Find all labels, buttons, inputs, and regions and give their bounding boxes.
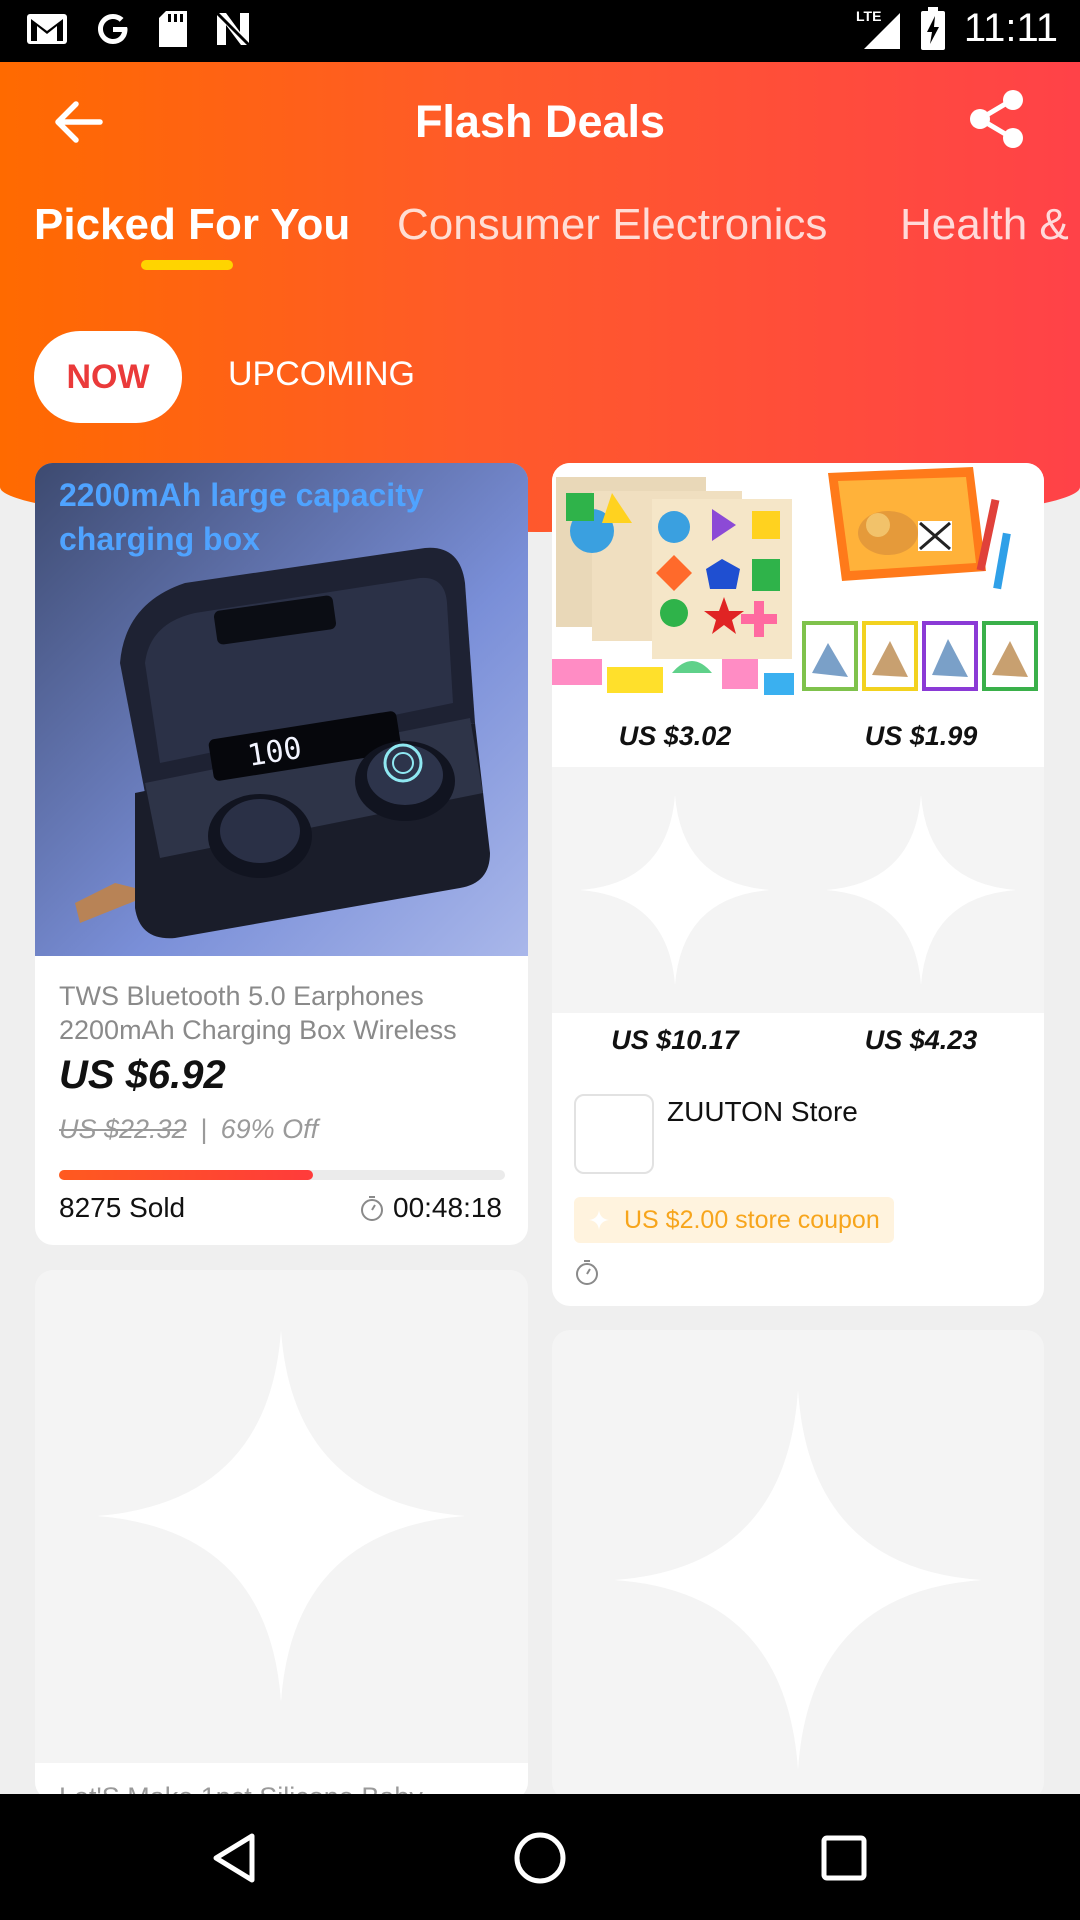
discount-label: 69% Off: [220, 1114, 319, 1144]
tab-picked-for-you[interactable]: Picked For You: [34, 200, 350, 250]
share-button[interactable]: [966, 88, 1028, 150]
countdown-time: 00:48:18: [393, 1192, 502, 1223]
sparkle-placeholder-icon: [614, 1390, 982, 1770]
circle-home-icon: [514, 1832, 566, 1884]
top-bar: Flash Deals: [0, 62, 1080, 178]
sparkle-placeholder-icon: [97, 1330, 465, 1702]
original-price: US $22.32: [59, 1114, 187, 1144]
store-product-price: US $1.99: [864, 721, 978, 751]
drawing-book-image: [798, 463, 1044, 709]
battery-charging-icon: [920, 6, 945, 50]
image-banner-text: 2200mAh large capacity charging box: [59, 477, 424, 557]
page-title: Flash Deals: [414, 96, 666, 147]
store-product-price: US $4.23: [864, 1025, 978, 1055]
sold-count: 8275 Sold: [59, 1192, 186, 1223]
stopwatch-icon: [576, 1260, 598, 1285]
store-product-2[interactable]: US $1.99: [798, 463, 1044, 751]
store-product-3[interactable]: US $10.17: [552, 767, 798, 1055]
n-icon: [215, 11, 251, 47]
stopwatch-icon: [361, 1196, 383, 1221]
store-product-price: US $3.02: [618, 721, 732, 751]
tab-consumer-electronics[interactable]: Consumer Electronics: [397, 200, 827, 250]
sd-card-icon: [159, 11, 187, 47]
triangle-back-icon: [213, 1833, 255, 1883]
wooden-puzzle-image: [552, 463, 798, 709]
tab-health[interactable]: Health &: [900, 200, 1069, 250]
now-toggle[interactable]: NOW: [34, 331, 182, 423]
nav-home-button[interactable]: [504, 1822, 576, 1894]
sparkle-icon: [589, 1210, 609, 1230]
network-label: LTE: [856, 8, 881, 24]
price-separator: |: [200, 1114, 208, 1144]
sparkle-placeholder-icon: [826, 795, 1016, 985]
wooden-puzzle-illustration: [552, 463, 798, 709]
store-product-price: US $10.17: [611, 1025, 739, 1055]
nav-recents-button[interactable]: [808, 1822, 880, 1894]
square-recents-icon: [821, 1835, 867, 1881]
coupon-text: US $2.00 store coupon: [624, 1205, 880, 1234]
product-card-loading[interactable]: [552, 1330, 1044, 1800]
image-placeholder: [552, 767, 798, 1013]
store-product-4[interactable]: US $4.23: [798, 767, 1044, 1055]
share-icon: [970, 90, 1023, 148]
image-placeholder: [35, 1270, 528, 1763]
signal-icon: LTE: [856, 8, 900, 49]
sold-progress-fill: [59, 1170, 314, 1180]
product-name[interactable]: TWS Bluetooth 5.0 Earphones 2200mAh Char…: [59, 979, 509, 1047]
gmail-icon: [27, 14, 67, 44]
store-card[interactable]: US $3.02 US $1.99 US $10.17 US $4.23 ZUU…: [552, 463, 1044, 1306]
status-bar: LTE 11:11: [0, 0, 1080, 62]
product-card[interactable]: 100 2200mAh large capacity charging box …: [35, 463, 528, 1245]
store-coupon-badge[interactable]: US $2.00 store coupon: [574, 1197, 894, 1243]
deal-price: US $6.92: [59, 1053, 226, 1097]
category-tabs: Picked For You Consumer Electronics Heal…: [0, 190, 1080, 280]
store-product-1[interactable]: US $3.02: [552, 463, 798, 751]
countdown: 00:48:18: [359, 1192, 502, 1224]
navigation-bar: [0, 1794, 1080, 1920]
store-name[interactable]: ZUUTON Store: [667, 1096, 858, 1128]
sold-progress-bar: [59, 1170, 505, 1180]
drawing-book-illustration: [798, 463, 1044, 709]
original-price-row: US $22.32 | 69% Off: [59, 1114, 318, 1145]
image-placeholder: [798, 767, 1044, 1013]
store-logo[interactable]: [574, 1094, 654, 1174]
sparkle-placeholder-icon: [580, 795, 770, 985]
nav-back-button[interactable]: [200, 1822, 272, 1894]
tab-indicator: [141, 260, 233, 270]
product-card-loading[interactable]: Let'S Make 1pct Silicone Baby: [35, 1270, 528, 1800]
clock: 11:11: [963, 6, 1058, 50]
store-product-grid: US $3.02 US $1.99 US $10.17 US $4.23: [552, 463, 1044, 1055]
product-image[interactable]: 100 2200mAh large capacity charging box: [35, 463, 528, 956]
upcoming-toggle[interactable]: UPCOMING: [228, 355, 415, 394]
google-icon: [98, 14, 128, 44]
